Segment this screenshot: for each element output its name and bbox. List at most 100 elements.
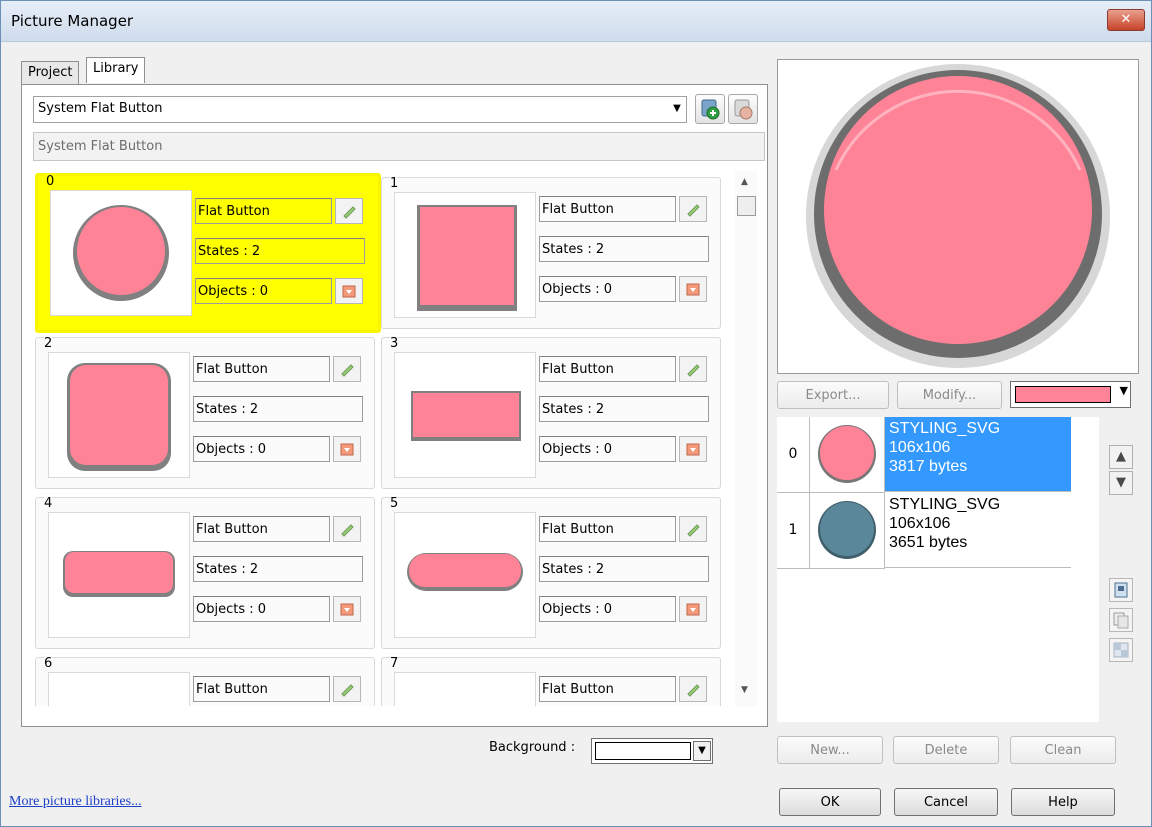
picture-name-field[interactable]: Flat Button: [539, 676, 676, 702]
background-color-picker[interactable]: ▼: [591, 738, 713, 764]
picture-cell[interactable]: 6 Flat Button: [35, 656, 375, 706]
picture-index: 4: [44, 496, 53, 511]
picture-thumbnail: [394, 672, 536, 706]
picture-grid-scrollbar[interactable]: ▲ ▼: [735, 171, 757, 706]
import-icon: [1114, 582, 1128, 598]
state-size: 106x106: [889, 515, 951, 532]
objects-button[interactable]: [333, 436, 361, 462]
library-settings-button[interactable]: [728, 94, 758, 124]
clean-state-button[interactable]: Clean: [1010, 736, 1116, 764]
objects-button[interactable]: [679, 596, 707, 622]
help-button[interactable]: Help: [1011, 788, 1115, 816]
chevron-down-icon: ▼: [673, 103, 681, 114]
ok-button[interactable]: OK: [779, 788, 881, 816]
pink-circle-icon: [818, 425, 876, 483]
picture-cell[interactable]: 2 Flat Button States : 2 Objects : 0: [35, 336, 375, 489]
picture-name-field[interactable]: Flat Button: [539, 516, 676, 542]
picture-cell[interactable]: 7 Flat Button: [381, 656, 721, 706]
rounded-square-button-icon: [67, 363, 171, 471]
picture-states-field: States : 2: [539, 556, 709, 582]
picture-name-field[interactable]: Flat Button: [193, 516, 330, 542]
picture-name-field[interactable]: Flat Button: [539, 196, 676, 222]
transparent-state-button[interactable]: [1109, 638, 1133, 662]
pencil-icon: [341, 524, 354, 537]
objects-icon: [686, 603, 700, 616]
library-select[interactable]: System Flat Button ▼: [33, 96, 687, 123]
pencil-icon: [343, 206, 356, 219]
add-library-button[interactable]: [695, 94, 725, 124]
picture-states-field: States : 2: [193, 556, 363, 582]
pencil-icon: [687, 364, 700, 377]
state-thumbnail: [810, 493, 885, 569]
cancel-button[interactable]: Cancel: [894, 788, 998, 816]
picture-objects-field: Objects : 0: [539, 276, 676, 302]
objects-icon: [686, 443, 700, 456]
objects-button[interactable]: [335, 278, 363, 304]
move-down-button[interactable]: ▼: [1109, 471, 1133, 495]
state-type: STYLING_SVG: [889, 496, 1001, 513]
export-button[interactable]: Export...: [777, 381, 889, 409]
scrollbar-thumb[interactable]: [737, 196, 756, 216]
import-state-button[interactable]: [1109, 578, 1133, 602]
delete-state-button[interactable]: Delete: [893, 736, 999, 764]
close-button[interactable]: ✕: [1107, 9, 1145, 31]
objects-button[interactable]: [679, 436, 707, 462]
checkerboard-icon: [1113, 642, 1129, 658]
picture-name-field[interactable]: Flat Button: [193, 676, 330, 702]
objects-icon: [340, 603, 354, 616]
more-libraries-link[interactable]: More picture libraries...: [9, 794, 142, 810]
edit-name-button[interactable]: [333, 356, 361, 382]
add-library-icon: [701, 99, 720, 120]
state-row[interactable]: 1 STYLING_SVG 106x106 3651 bytes: [777, 493, 1099, 569]
arrow-down-icon: ▼: [1116, 475, 1126, 490]
picture-cell[interactable]: 0 Flat Button States : 2 Objects : 0: [35, 173, 381, 333]
edit-name-button[interactable]: [333, 516, 361, 542]
objects-button[interactable]: [333, 596, 361, 622]
picture-cell[interactable]: 4 Flat Button States : 2 Objects : 0: [35, 496, 375, 649]
new-state-button[interactable]: New...: [777, 736, 883, 764]
pencil-icon: [687, 204, 700, 217]
picture-index: 7: [390, 656, 399, 671]
picture-cell[interactable]: 1 Flat Button States : 2 Objects : 0: [381, 176, 721, 329]
chevron-down-icon: ▼: [1119, 384, 1128, 397]
picture-cell[interactable]: 5 Flat Button States : 2 Objects : 0: [381, 496, 721, 649]
pencil-icon: [341, 684, 354, 697]
picture-states-field: States : 2: [539, 396, 709, 422]
state-row[interactable]: 0 STYLING_SVG 106x106 3817 bytes: [777, 417, 1099, 493]
picture-objects-field: Objects : 0: [539, 596, 676, 622]
library-settings-icon: [734, 99, 753, 120]
tab-library[interactable]: Library: [86, 57, 146, 83]
picture-index: 1: [390, 176, 399, 191]
objects-button[interactable]: [679, 276, 707, 302]
scroll-down-icon[interactable]: ▼: [741, 685, 748, 695]
library-select-value: System Flat Button: [38, 101, 163, 116]
tab-project[interactable]: Project: [21, 61, 80, 84]
picture-index: 3: [390, 336, 399, 351]
arrow-up-icon: ▲: [1116, 449, 1126, 464]
picture-cell[interactable]: 3 Flat Button States : 2 Objects : 0: [381, 336, 721, 489]
picture-thumbnail: [48, 512, 190, 638]
move-up-button[interactable]: ▲: [1109, 445, 1133, 469]
edit-name-button[interactable]: [335, 198, 363, 224]
state-index: 1: [777, 493, 810, 569]
picture-grid: 0 Flat Button States : 2 Objects : 0 1 F…: [33, 171, 733, 706]
color-picker[interactable]: ▼: [1010, 381, 1131, 408]
edit-name-button[interactable]: [679, 516, 707, 542]
window-title: Picture Manager: [11, 12, 134, 30]
picture-thumbnail: [48, 672, 190, 706]
edit-name-button[interactable]: [679, 676, 707, 702]
picture-objects-field: Objects : 0: [539, 436, 676, 462]
picture-name-field[interactable]: Flat Button: [193, 356, 330, 382]
scroll-up-icon[interactable]: ▲: [741, 177, 748, 187]
modify-button[interactable]: Modify...: [897, 381, 1002, 409]
edit-name-button[interactable]: [679, 356, 707, 382]
picture-preview: [777, 59, 1139, 374]
edit-name-button[interactable]: [333, 676, 361, 702]
copy-state-button[interactable]: [1109, 608, 1133, 632]
picture-name-field[interactable]: Flat Button: [539, 356, 676, 382]
picture-states-field: States : 2: [193, 396, 363, 422]
picture-name-field[interactable]: Flat Button: [195, 198, 332, 224]
picture-thumbnail: [394, 352, 536, 478]
square-button-icon: [417, 205, 517, 311]
edit-name-button[interactable]: [679, 196, 707, 222]
